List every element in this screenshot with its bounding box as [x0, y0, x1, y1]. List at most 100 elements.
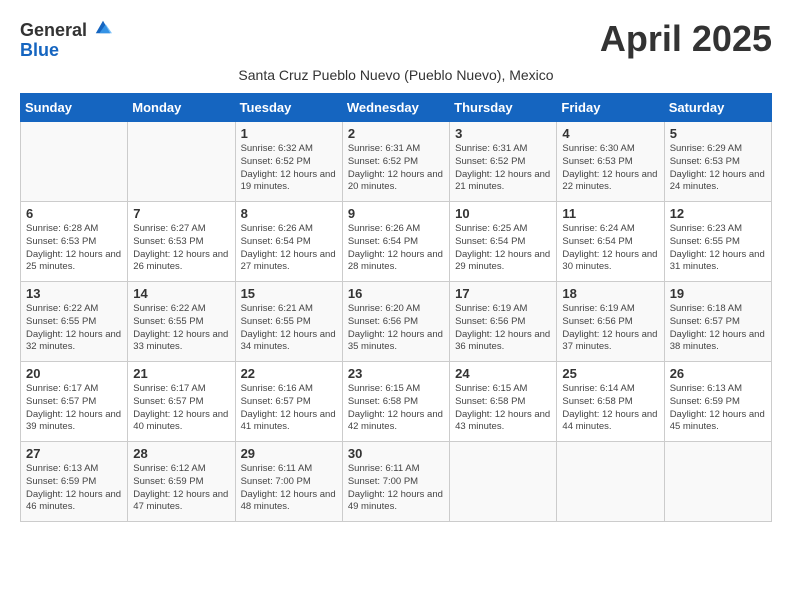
day-number: 9 — [348, 206, 444, 221]
day-number: 21 — [133, 366, 229, 381]
calendar-cell: 9Sunrise: 6:26 AMSunset: 6:54 PMDaylight… — [342, 202, 449, 282]
day-info: Sunrise: 6:31 AMSunset: 6:52 PMDaylight:… — [455, 143, 551, 194]
day-info: Sunrise: 6:26 AMSunset: 6:54 PMDaylight:… — [241, 223, 337, 274]
calendar-cell: 18 Sunrise: 6:19 AMSunset: 6:56 PMDayligh… — [557, 282, 664, 362]
day-info: Sunrise: 6:19 AMSunset: 6:56 PMDaylight:… — [562, 303, 658, 354]
day-number: 22 — [241, 366, 337, 381]
logo: General Blue — [20, 18, 112, 61]
header-thursday: Thursday — [450, 94, 557, 122]
header-tuesday: Tuesday — [235, 94, 342, 122]
calendar-cell: 29 Sunrise: 6:11 AMSunset: 7:00 PMDayligh… — [235, 442, 342, 522]
day-number: 15 — [241, 286, 337, 301]
header-friday: Friday — [557, 94, 664, 122]
day-number: 26 — [670, 366, 766, 381]
day-info: Sunrise: 6:29 AMSunset: 6:53 PMDaylight:… — [670, 143, 766, 194]
day-number: 3 — [455, 126, 551, 141]
calendar-cell: 28 Sunrise: 6:12 AMSunset: 6:59 PMDayligh… — [128, 442, 235, 522]
calendar-cell: 16 Sunrise: 6:20 AMSunset: 6:56 PMDayligh… — [342, 282, 449, 362]
calendar-cell: 2Sunrise: 6:31 AMSunset: 6:52 PMDaylight… — [342, 122, 449, 202]
calendar-cell: 22 Sunrise: 6:16 AMSunset: 6:57 PMDayligh… — [235, 362, 342, 442]
day-number: 20 — [26, 366, 122, 381]
header-sunday: Sunday — [21, 94, 128, 122]
day-number: 6 — [26, 206, 122, 221]
logo-blue: Blue — [20, 40, 59, 60]
day-number: 8 — [241, 206, 337, 221]
calendar-cell: 10Sunrise: 6:25 AMSunset: 6:54 PMDayligh… — [450, 202, 557, 282]
day-number: 19 — [670, 286, 766, 301]
day-number: 23 — [348, 366, 444, 381]
day-info: Sunrise: 6:23 AMSunset: 6:55 PMDaylight:… — [670, 223, 766, 274]
day-number: 10 — [455, 206, 551, 221]
calendar-cell: 14Sunrise: 6:22 AMSunset: 6:55 PMDayligh… — [128, 282, 235, 362]
header-saturday: Saturday — [664, 94, 771, 122]
day-info: Sunrise: 6:15 AMSunset: 6:58 PMDaylight:… — [455, 383, 551, 434]
day-number: 4 — [562, 126, 658, 141]
calendar-cell: 8 Sunrise: 6:26 AMSunset: 6:54 PMDaylight… — [235, 202, 342, 282]
day-info: Sunrise: 6:13 AMSunset: 6:59 PMDaylight:… — [26, 463, 122, 514]
calendar-cell: 26 Sunrise: 6:13 AMSunset: 6:59 PMDayligh… — [664, 362, 771, 442]
day-info: Sunrise: 6:16 AMSunset: 6:57 PMDaylight:… — [241, 383, 337, 434]
day-number: 17 — [455, 286, 551, 301]
calendar-cell: 17 Sunrise: 6:19 AMSunset: 6:56 PMDayligh… — [450, 282, 557, 362]
day-info: Sunrise: 6:18 AMSunset: 6:57 PMDaylight:… — [670, 303, 766, 354]
calendar-cell: 11 Sunrise: 6:24 AMSunset: 6:54 PMDayligh… — [557, 202, 664, 282]
logo-general: General — [20, 20, 87, 40]
day-number: 18 — [562, 286, 658, 301]
calendar-cell: 24Sunrise: 6:15 AMSunset: 6:58 PMDayligh… — [450, 362, 557, 442]
calendar-cell: 23 Sunrise: 6:15 AMSunset: 6:58 PMDayligh… — [342, 362, 449, 442]
calendar-cell: 30Sunrise: 6:11 AMSunset: 7:00 PMDayligh… — [342, 442, 449, 522]
day-number: 29 — [241, 446, 337, 461]
month-title: April 2025 — [600, 18, 772, 60]
header-monday: Monday — [128, 94, 235, 122]
calendar-cell: 1 Sunrise: 6:32 AMSunset: 6:52 PMDaylight… — [235, 122, 342, 202]
day-info: Sunrise: 6:13 AMSunset: 6:59 PMDaylight:… — [670, 383, 766, 434]
calendar-cell: 4 Sunrise: 6:30 AMSunset: 6:53 PMDaylight… — [557, 122, 664, 202]
day-info: Sunrise: 6:15 AMSunset: 6:58 PMDaylight:… — [348, 383, 444, 434]
logo-icon — [94, 18, 112, 36]
calendar-cell — [450, 442, 557, 522]
day-number: 14 — [133, 286, 229, 301]
day-info: Sunrise: 6:21 AMSunset: 6:55 PMDaylight:… — [241, 303, 337, 354]
day-info: Sunrise: 6:27 AMSunset: 6:53 PMDaylight:… — [133, 223, 229, 274]
day-number: 1 — [241, 126, 337, 141]
calendar-cell: 5 Sunrise: 6:29 AMSunset: 6:53 PMDaylight… — [664, 122, 771, 202]
calendar-cell: 27 Sunrise: 6:13 AMSunset: 6:59 PMDayligh… — [21, 442, 128, 522]
day-info: Sunrise: 6:19 AMSunset: 6:56 PMDaylight:… — [455, 303, 551, 354]
day-info: Sunrise: 6:20 AMSunset: 6:56 PMDaylight:… — [348, 303, 444, 354]
calendar-cell: 19 Sunrise: 6:18 AMSunset: 6:57 PMDayligh… — [664, 282, 771, 362]
calendar-cell: 25 Sunrise: 6:14 AMSunset: 6:58 PMDayligh… — [557, 362, 664, 442]
day-info: Sunrise: 6:17 AMSunset: 6:57 PMDaylight:… — [26, 383, 122, 434]
calendar-cell — [557, 442, 664, 522]
day-info: Sunrise: 6:28 AMSunset: 6:53 PMDaylight:… — [26, 223, 122, 274]
day-info: Sunrise: 6:30 AMSunset: 6:53 PMDaylight:… — [562, 143, 658, 194]
day-number: 5 — [670, 126, 766, 141]
day-number: 25 — [562, 366, 658, 381]
day-info: Sunrise: 6:11 AMSunset: 7:00 PMDaylight:… — [348, 463, 444, 514]
calendar-cell — [664, 442, 771, 522]
calendar-cell — [21, 122, 128, 202]
day-info: Sunrise: 6:11 AMSunset: 7:00 PMDaylight:… — [241, 463, 337, 514]
calendar-cell: 7Sunrise: 6:27 AMSunset: 6:53 PMDaylight… — [128, 202, 235, 282]
day-number: 12 — [670, 206, 766, 221]
day-info: Sunrise: 6:24 AMSunset: 6:54 PMDaylight:… — [562, 223, 658, 274]
day-info: Sunrise: 6:14 AMSunset: 6:58 PMDaylight:… — [562, 383, 658, 434]
calendar-cell: 6 Sunrise: 6:28 AMSunset: 6:53 PMDaylight… — [21, 202, 128, 282]
calendar-subtitle: Santa Cruz Pueblo Nuevo (Pueblo Nuevo), … — [20, 67, 772, 83]
day-number: 16 — [348, 286, 444, 301]
day-number: 27 — [26, 446, 122, 461]
calendar-cell: 21 Sunrise: 6:17 AMSunset: 6:57 PMDayligh… — [128, 362, 235, 442]
day-info: Sunrise: 6:32 AMSunset: 6:52 PMDaylight:… — [241, 143, 337, 194]
calendar-cell: 15 Sunrise: 6:21 AMSunset: 6:55 PMDayligh… — [235, 282, 342, 362]
day-info: Sunrise: 6:12 AMSunset: 6:59 PMDaylight:… — [133, 463, 229, 514]
day-number: 13 — [26, 286, 122, 301]
calendar-cell: 20 Sunrise: 6:17 AMSunset: 6:57 PMDayligh… — [21, 362, 128, 442]
calendar-cell: 3 Sunrise: 6:31 AMSunset: 6:52 PMDaylight… — [450, 122, 557, 202]
day-info: Sunrise: 6:17 AMSunset: 6:57 PMDaylight:… — [133, 383, 229, 434]
calendar-table: SundayMondayTuesdayWednesdayThursdayFrid… — [20, 93, 772, 522]
day-number: 28 — [133, 446, 229, 461]
day-number: 11 — [562, 206, 658, 221]
calendar-cell: 13Sunrise: 6:22 AMSunset: 6:55 PMDayligh… — [21, 282, 128, 362]
calendar-cell — [128, 122, 235, 202]
calendar-cell: 12 Sunrise: 6:23 AMSunset: 6:55 PMDayligh… — [664, 202, 771, 282]
day-info: Sunrise: 6:31 AMSunset: 6:52 PMDaylight:… — [348, 143, 444, 194]
